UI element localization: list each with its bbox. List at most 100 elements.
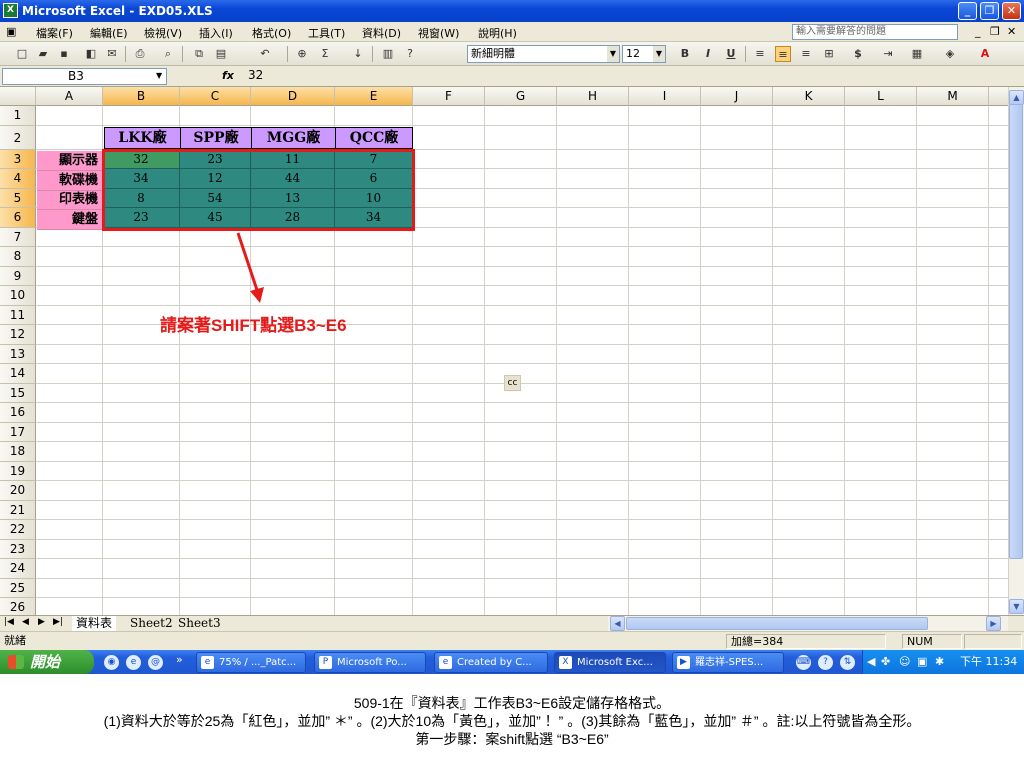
column-header[interactable]: G xyxy=(485,87,557,106)
help-search-input[interactable]: 輸入需要解答的問題 xyxy=(792,24,958,40)
row-header[interactable]: 18 xyxy=(0,442,36,462)
browser-icon[interactable]: @ xyxy=(148,655,163,670)
row-label-cell[interactable]: 軟碟機 xyxy=(37,171,104,191)
horizontal-scroll-thumb[interactable] xyxy=(626,617,928,630)
menu-window[interactable]: 視窗(W) xyxy=(418,25,459,41)
chart-wizard-icon[interactable]: ▥ xyxy=(380,46,396,62)
chevron-down-icon[interactable]: ▼ xyxy=(156,71,162,80)
sort-ascending-icon[interactable]: ↓ xyxy=(350,46,366,62)
paste-icon[interactable]: ▤ xyxy=(213,46,229,62)
start-button[interactable]: 開始 xyxy=(0,650,94,674)
row-header[interactable]: 13 xyxy=(0,344,36,364)
help-tray-icon[interactable]: ? xyxy=(818,655,833,670)
row-header[interactable]: 24 xyxy=(0,559,36,579)
row-header[interactable]: 25 xyxy=(0,578,36,598)
keyboard-icon[interactable]: ⌨ xyxy=(796,655,811,670)
column-header[interactable]: L xyxy=(845,87,917,106)
menu-edit[interactable]: 編輯(E) xyxy=(90,25,128,41)
column-header[interactable]: M xyxy=(917,87,989,106)
chevron-down-icon[interactable]: ▼ xyxy=(607,46,619,62)
tray-tool-icon[interactable]: ✱ xyxy=(935,650,944,674)
task-button-ie2[interactable]: e Created by C... xyxy=(434,652,548,673)
header-cell[interactable]: SPP廠 xyxy=(180,127,252,149)
scroll-right-icon[interactable]: ▶ xyxy=(986,616,1001,631)
restore-button[interactable]: ❐ xyxy=(980,2,999,20)
row-header[interactable]: 6 xyxy=(0,208,36,228)
font-color-icon[interactable]: A xyxy=(977,46,993,62)
permission-icon[interactable]: ◧ xyxy=(83,46,99,62)
row-header[interactable]: 11 xyxy=(0,305,36,325)
print-icon[interactable]: ⎙ xyxy=(132,46,148,62)
messenger-icon[interactable]: ☺ xyxy=(899,650,910,674)
scroll-left-icon[interactable]: ◀ xyxy=(610,616,625,631)
chevron-down-icon[interactable]: ▼ xyxy=(653,46,665,62)
task-button-media[interactable]: ▶ 羅志祥-SPES... xyxy=(672,652,784,673)
fill-color-icon[interactable]: ◈ xyxy=(942,46,958,62)
bold-button[interactable]: B xyxy=(677,46,693,62)
task-button-ie[interactable]: e 75% / ..._Patc... xyxy=(196,652,306,673)
italic-button[interactable]: I xyxy=(700,46,716,62)
row-header[interactable]: 3 xyxy=(0,149,36,169)
row-header[interactable]: 20 xyxy=(0,481,36,501)
doc-menu-icon[interactable]: ▣ xyxy=(6,25,16,38)
row-header[interactable]: 12 xyxy=(0,325,36,345)
align-left-icon[interactable]: ≡ xyxy=(752,46,768,62)
row-header[interactable]: 14 xyxy=(0,364,36,384)
hyperlink-icon[interactable]: ⊕ xyxy=(294,46,310,62)
help-icon[interactable]: ? xyxy=(402,46,418,62)
borders-icon[interactable]: ▦ xyxy=(909,46,925,62)
fx-icon[interactable]: fx xyxy=(222,69,234,82)
doc-close-icon[interactable]: ✕ xyxy=(1007,25,1016,38)
row-label-cell[interactable]: 顯示器 xyxy=(37,151,104,171)
column-header[interactable]: H xyxy=(557,87,629,106)
formula-input[interactable]: 32 xyxy=(248,68,263,82)
row-header[interactable]: 21 xyxy=(0,500,36,520)
tray-apps-icon[interactable]: ✤ xyxy=(881,650,890,674)
menu-file[interactable]: 檔案(F) xyxy=(36,25,73,41)
first-sheet-icon[interactable]: |◀ xyxy=(4,617,14,627)
row-header[interactable]: 1 xyxy=(0,106,36,126)
column-header[interactable]: E xyxy=(335,87,413,106)
column-header[interactable]: F xyxy=(413,87,485,106)
column-header[interactable]: J xyxy=(701,87,773,106)
merge-center-icon[interactable]: ⊞ xyxy=(821,46,837,62)
row-label-cell[interactable]: 鍵盤 xyxy=(37,210,104,230)
row-header[interactable]: 8 xyxy=(0,247,36,267)
input-method-icon[interactable]: ⇅ xyxy=(840,655,855,670)
quicklaunch-more-icon[interactable]: » xyxy=(176,653,183,666)
row-header[interactable]: 15 xyxy=(0,383,36,403)
save-icon[interactable]: ▪ xyxy=(56,46,72,62)
doc-restore-icon[interactable]: ❐ xyxy=(990,25,1000,38)
column-header[interactable]: K xyxy=(773,87,845,106)
align-right-icon[interactable]: ≡ xyxy=(798,46,814,62)
preview-icon[interactable]: ⌕ xyxy=(160,46,176,62)
align-center-icon[interactable]: ≡ xyxy=(775,46,791,62)
row-header[interactable]: 4 xyxy=(0,169,36,189)
close-button[interactable]: ✕ xyxy=(1002,2,1021,20)
prev-sheet-icon[interactable]: ◀ xyxy=(22,617,29,627)
row-header[interactable]: 5 xyxy=(0,188,36,208)
tab-sheet3[interactable]: Sheet3 xyxy=(174,616,225,631)
column-header[interactable]: D xyxy=(251,87,335,106)
scroll-up-icon[interactable]: ▲ xyxy=(1009,90,1024,105)
row-header[interactable]: 26 xyxy=(0,598,36,615)
last-sheet-icon[interactable]: ▶| xyxy=(53,617,63,627)
minimize-button[interactable]: _ xyxy=(958,2,977,20)
row-label-cell[interactable]: 印表機 xyxy=(37,191,104,210)
header-cell[interactable]: QCC廠 xyxy=(335,127,413,149)
row-header[interactable]: 10 xyxy=(0,286,36,306)
row-header[interactable]: 2 xyxy=(0,125,36,150)
header-cell[interactable]: MGG廠 xyxy=(251,127,336,149)
indent-icon[interactable]: ⇥ xyxy=(880,46,896,62)
row-header[interactable]: 7 xyxy=(0,227,36,247)
column-header[interactable]: I xyxy=(629,87,701,106)
undo-icon[interactable]: ↶ xyxy=(257,46,273,62)
tab-sheet-data[interactable]: 資料表 xyxy=(72,616,117,631)
menu-help[interactable]: 說明(H) xyxy=(478,25,517,41)
row-header[interactable]: 17 xyxy=(0,422,36,442)
tray-expand-icon[interactable]: ◀ xyxy=(867,650,875,674)
font-size-select[interactable]: 12 ▼ xyxy=(622,45,666,63)
new-file-icon[interactable]: □ xyxy=(14,46,30,62)
ie-icon[interactable]: e xyxy=(126,655,141,670)
task-button-powerpoint[interactable]: P Microsoft Po... xyxy=(314,652,426,673)
